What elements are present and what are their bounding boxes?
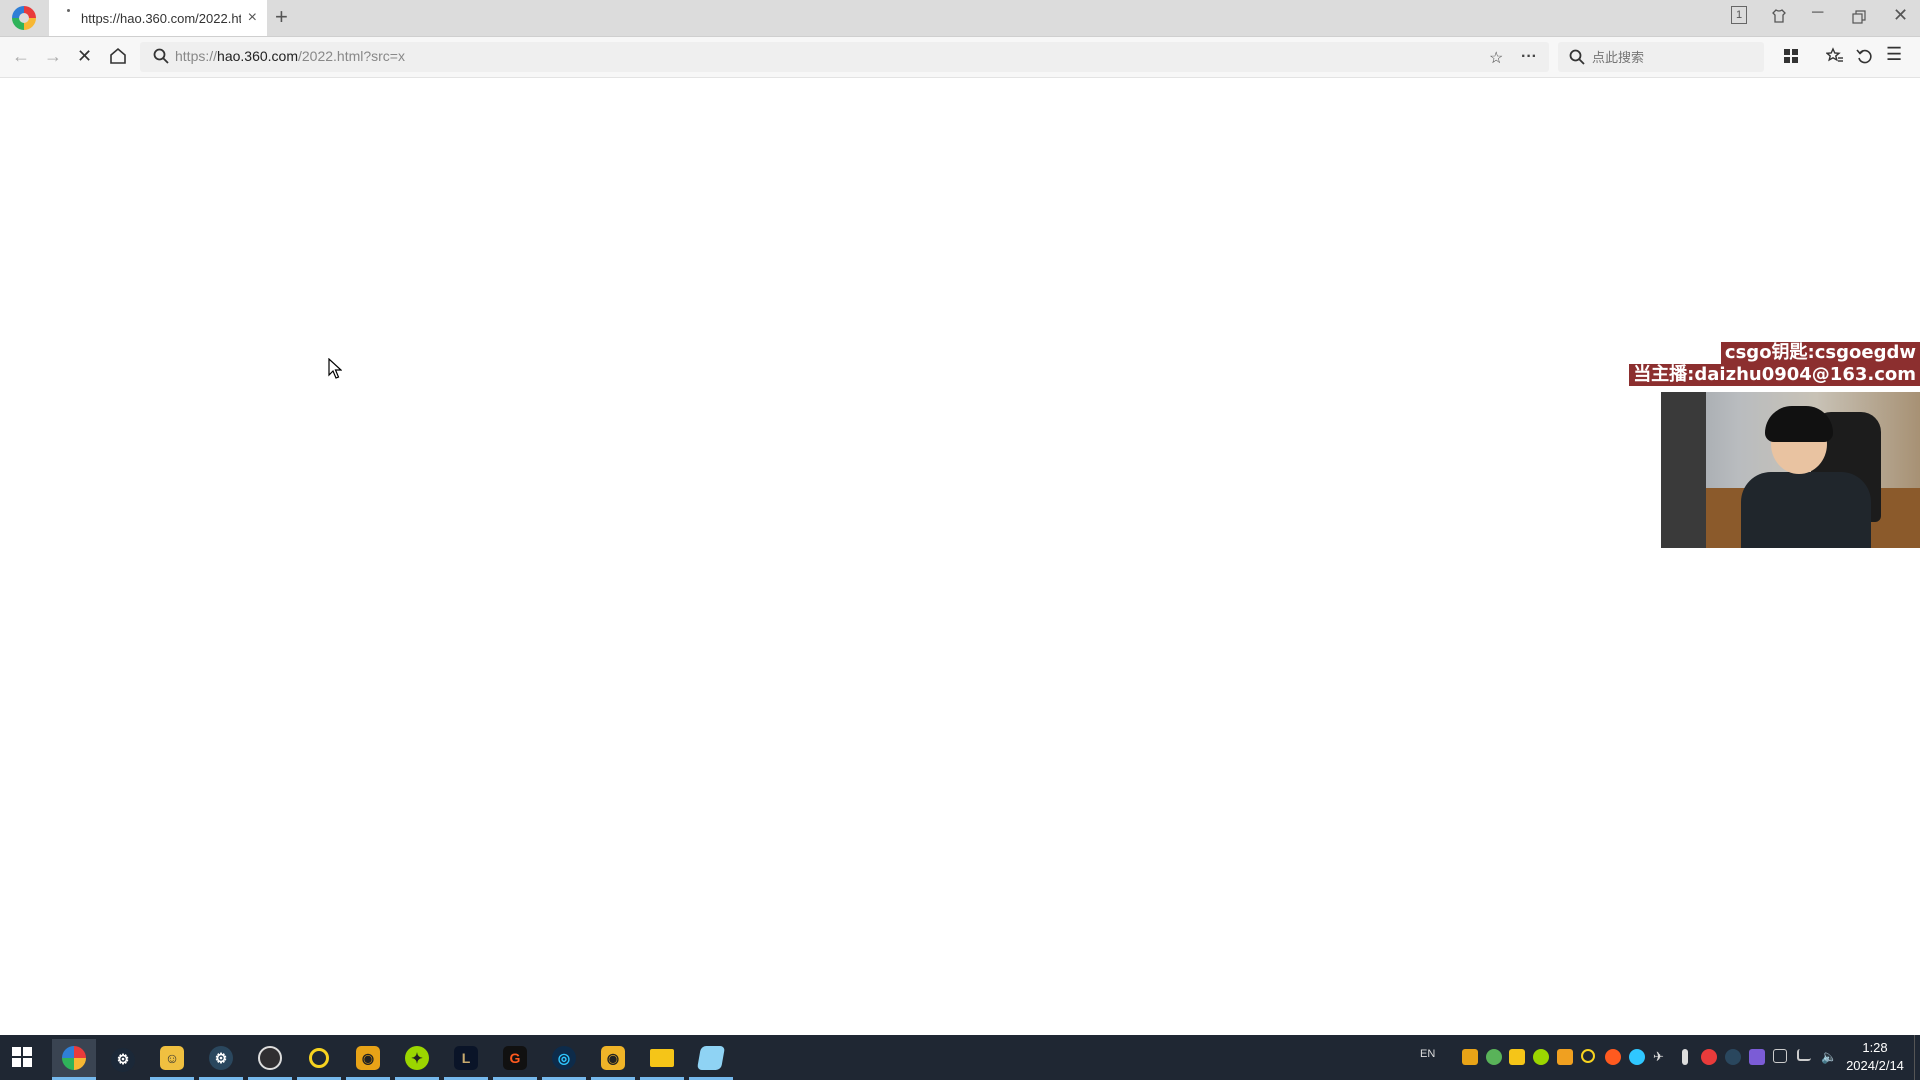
- tray-volume-icon[interactable]: 🔈: [1821, 1049, 1837, 1065]
- clock-time: 1:28: [1862, 1040, 1888, 1055]
- obs-icon: [258, 1046, 282, 1070]
- minimize-button[interactable]: ─: [1812, 4, 1823, 22]
- clock-date: 2024/2/14: [1846, 1058, 1904, 1073]
- green-app-icon: ✦: [405, 1046, 429, 1070]
- blue-app-icon: ◎: [552, 1046, 576, 1070]
- webcam-person-hair: [1765, 406, 1833, 442]
- bookmark-star-icon[interactable]: ☆: [1489, 48, 1503, 68]
- taskbar-app-blue[interactable]: ◎: [542, 1039, 586, 1080]
- taskbar-obs[interactable]: [248, 1039, 292, 1080]
- apps-grid-icon[interactable]: [1782, 47, 1800, 65]
- note-app-icon: ☺: [160, 1046, 184, 1070]
- browser-logo-icon[interactable]: [12, 6, 36, 30]
- browser-tab[interactable]: https://hao.360.com/2022.html?src=x ×: [49, 0, 267, 36]
- navigation-toolbar: ← → ✕ https://hao.360.com/2022.html?src=…: [0, 37, 1920, 78]
- tab-loading-icon: [67, 9, 70, 12]
- overlay-line-1: csgo钥匙:csgoegdw: [1720, 342, 1920, 364]
- input-language[interactable]: EN: [1420, 1048, 1435, 1060]
- page-content: [0, 78, 1920, 1035]
- owl-app-icon: ◉: [601, 1046, 625, 1070]
- windows-start-icon[interactable]: [12, 1047, 32, 1067]
- browser-360-icon: [62, 1046, 86, 1070]
- document-app-icon: [696, 1046, 726, 1070]
- close-window-button[interactable]: ✕: [1893, 5, 1908, 26]
- g-app-icon: G: [503, 1046, 527, 1070]
- taskbar-steam-2[interactable]: ⚙: [199, 1039, 243, 1080]
- taskbar-league[interactable]: L: [444, 1039, 488, 1080]
- tab-title: https://hao.360.com/2022.html?src=x: [81, 10, 241, 26]
- tray-shield-icon[interactable]: [1557, 1049, 1573, 1065]
- taskbar-app-doc[interactable]: [689, 1039, 733, 1080]
- folder-icon: [650, 1049, 674, 1067]
- show-desktop-button[interactable]: [1914, 1035, 1920, 1080]
- search-icon: [153, 48, 169, 64]
- tray-g-icon[interactable]: [1605, 1049, 1621, 1065]
- stop-loading-button[interactable]: ✕: [77, 46, 92, 67]
- search-icon: [1569, 49, 1585, 65]
- tray-purple-icon[interactable]: [1749, 1049, 1765, 1065]
- favorites-icon[interactable]: [1826, 47, 1844, 65]
- search-box[interactable]: [1558, 42, 1764, 72]
- search-input[interactable]: [1590, 46, 1754, 70]
- tab-bar: https://hao.360.com/2022.html?src=x × + …: [0, 0, 1920, 37]
- tray-red-icon[interactable]: [1701, 1049, 1717, 1065]
- taskbar-steam-1[interactable]: ⚙: [101, 1039, 145, 1080]
- webcam-feed: [1661, 392, 1920, 548]
- tray-ring-icon[interactable]: [1581, 1049, 1595, 1063]
- tab-close-icon[interactable]: ×: [248, 9, 257, 27]
- taskbar: ⚙ ☺ ⚙ ◉ ✦ L G ◎ ◉ EN ✈ 🔈 1:28 2024/2/14: [0, 1035, 1920, 1080]
- taskbar-app-owl-1[interactable]: ◉: [346, 1039, 390, 1080]
- menu-icon[interactable]: ☰: [1886, 44, 1902, 65]
- tray-microphone-icon[interactable]: [1682, 1049, 1688, 1065]
- tab-counter-icon[interactable]: 1: [1731, 6, 1747, 24]
- restore-button[interactable]: [1852, 10, 1866, 24]
- back-button[interactable]: ←: [12, 46, 30, 67]
- tray-owl-icon[interactable]: [1462, 1049, 1478, 1065]
- tray-blue-icon[interactable]: [1629, 1049, 1645, 1065]
- taskbar-clock[interactable]: 1:28 2024/2/14: [1838, 1039, 1912, 1075]
- tray-green-icon[interactable]: [1533, 1049, 1549, 1065]
- webcam-shelf: [1661, 392, 1706, 548]
- url-path: /2022.html?src=x: [297, 48, 405, 64]
- new-tab-button[interactable]: +: [275, 4, 288, 30]
- tray-device-icon[interactable]: [1773, 1049, 1787, 1063]
- taskbar-app-ring[interactable]: [297, 1039, 341, 1080]
- home-button[interactable]: [109, 47, 127, 65]
- taskbar-app-green[interactable]: ✦: [395, 1039, 439, 1080]
- league-icon: L: [454, 1046, 478, 1070]
- shirt-skin-icon[interactable]: [1771, 8, 1787, 24]
- webcam-person-body: [1741, 472, 1871, 548]
- taskbar-file-explorer[interactable]: [640, 1039, 684, 1080]
- mouse-cursor-icon: [328, 358, 342, 379]
- taskbar-app-yellow[interactable]: ☺: [150, 1039, 194, 1080]
- tray-wechat-icon[interactable]: [1486, 1049, 1502, 1065]
- tray-folder-icon[interactable]: [1509, 1049, 1525, 1065]
- more-options-icon[interactable]: ···: [1521, 48, 1537, 66]
- overlay-line-2: 当主播:daizhu0904@163.com: [1629, 364, 1920, 386]
- taskbar-app-g[interactable]: G: [493, 1039, 537, 1080]
- url-scheme: https://: [175, 48, 218, 64]
- undo-icon[interactable]: [1856, 47, 1874, 65]
- url-host: hao.360.com: [217, 48, 298, 64]
- tray-steam-icon[interactable]: [1725, 1049, 1741, 1065]
- forward-button[interactable]: →: [44, 46, 62, 67]
- taskbar-app-owl-2[interactable]: ◉: [591, 1039, 635, 1080]
- tray-network-icon[interactable]: [1797, 1049, 1811, 1061]
- address-bar[interactable]: https://hao.360.com/2022.html?src=x ☆ ··…: [140, 42, 1549, 72]
- ring-app-icon: [309, 1048, 329, 1068]
- tray-plane-icon[interactable]: ✈: [1653, 1049, 1669, 1065]
- steam-icon: ⚙: [111, 1047, 135, 1072]
- owl-app-icon: ◉: [356, 1046, 380, 1070]
- steam-icon: ⚙: [209, 1046, 233, 1070]
- taskbar-360-browser[interactable]: [52, 1039, 96, 1080]
- url-text[interactable]: https://hao.360.com/2022.html?src=x: [175, 48, 405, 64]
